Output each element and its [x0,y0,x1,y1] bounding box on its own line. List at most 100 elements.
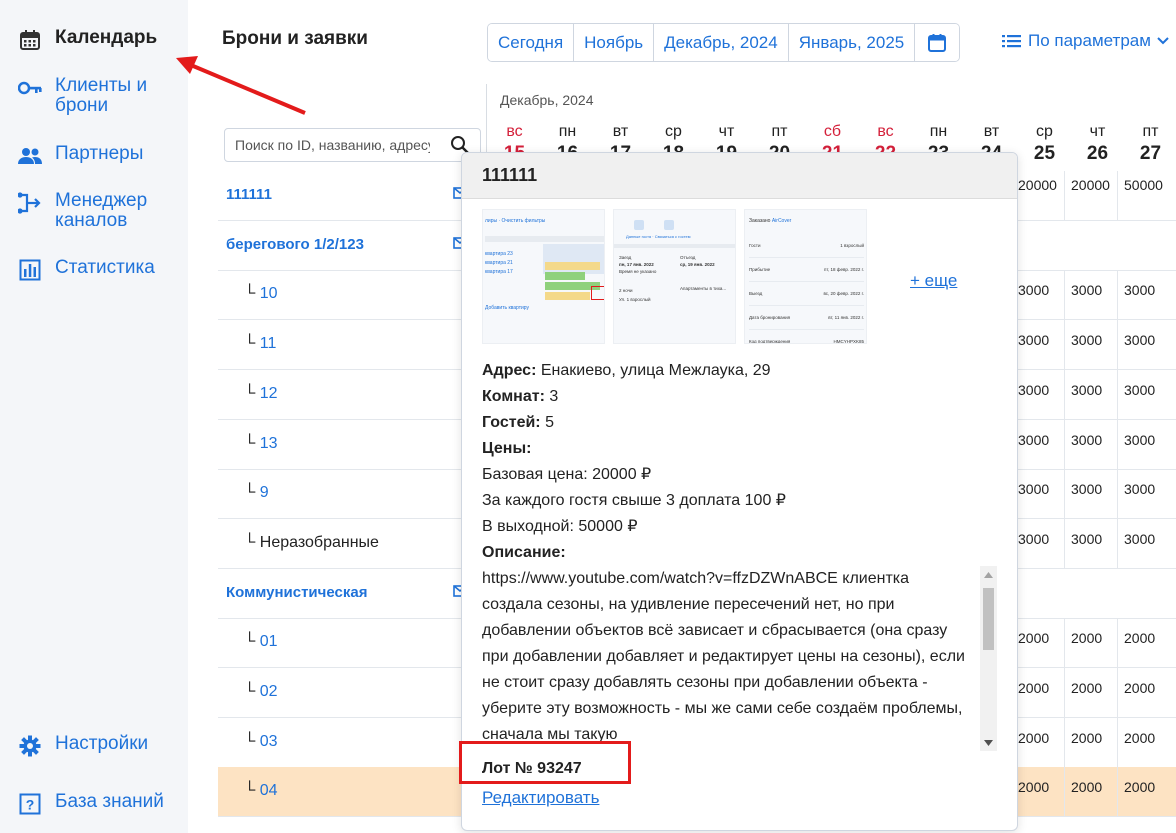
price-cell[interactable]: 3000 [1117,270,1170,319]
gear-icon [18,734,42,758]
price-cell[interactable]: 3000 [1011,320,1064,369]
price-cell[interactable]: 2000 [1117,767,1170,816]
screenshot-thumbnails: лиры · Очистить фильтры квартира 23 кварт… [482,209,867,344]
price-cell[interactable]: 3000 [1064,469,1117,518]
price-cell[interactable]: 2000 [1064,618,1117,667]
price-cell[interactable]: 3000 [1117,420,1170,469]
thumbnail-image[interactable]: Данные гостя · Связаться с гостем Заезд п… [613,209,736,344]
property-name[interactable]: берегового 1/2/123 [226,236,364,253]
property-name[interactable]: └ 9 [244,484,269,502]
price-cell[interactable]: 3000 [1064,519,1117,568]
sidebar-item-label: Настройки [55,733,149,754]
channels-icon [18,191,42,215]
price-cell[interactable]: 3000 [1117,519,1170,568]
more-images-link[interactable]: + еще [910,271,957,291]
scroll-up-arrow[interactable] [980,566,997,583]
price-cell[interactable]: 2000 [1011,767,1064,816]
price-cell[interactable]: 2000 [1117,718,1170,767]
list-icon [1002,35,1021,48]
property-name[interactable]: └ 03 [244,733,278,751]
sidebar-item-settings[interactable]: Настройки [18,734,148,758]
price-cell[interactable]: 3000 [1064,270,1117,319]
sidebar: Календарь Клиенты и брони Партнеры Менед… [0,0,188,833]
property-name[interactable]: └ 10 [244,285,278,303]
price-cell[interactable]: 3000 [1064,370,1117,419]
price-cell[interactable]: 2000 [1011,618,1064,667]
weekday-label: пн [558,123,577,140]
price-cell[interactable]: 2000 [1117,618,1170,667]
description-label: Описание: [482,544,566,561]
price-cell[interactable]: 3000 [1117,320,1170,369]
price-cell[interactable]: 3000 [1011,469,1064,518]
scroll-down-arrow[interactable] [980,734,997,751]
filter-params-label: По параметрам [1028,31,1151,50]
property-name[interactable]: └ 01 [244,633,278,651]
property-name[interactable]: └ 04 [244,782,278,800]
december-button[interactable]: Декабрь, 2024 [654,24,789,61]
property-name[interactable]: 111111 [226,186,272,203]
sidebar-item-statistics[interactable]: Статистика [18,258,155,282]
price-cell[interactable]: 3000 [1011,519,1064,568]
key-icon [18,76,42,100]
property-name[interactable]: └ Неразобранные [244,534,379,552]
price-cell[interactable]: 2000 [1011,718,1064,767]
price-cell[interactable]: 50000 [1117,171,1170,220]
question-icon: ? [18,792,42,816]
property-popup: 111111 лиры · Очистить фильтры квартира … [461,152,1018,831]
month-label: Декабрь, 2024 [500,92,594,108]
weekday-label: пн [929,123,948,140]
search-input[interactable] [235,137,430,153]
date-picker-button[interactable] [915,24,960,61]
price-cell[interactable]: 20000 [1064,171,1117,220]
sidebar-item-label: База знаний [55,791,164,812]
sidebar-item-channels[interactable]: Менеджер каналов [18,191,165,231]
price-cell[interactable]: 20000 [1011,171,1064,220]
january-button[interactable]: Январь, 2025 [788,24,916,61]
day-number: 27 [1139,143,1162,164]
price-cell[interactable]: 3000 [1064,420,1117,469]
price-cell[interactable]: 2000 [1064,767,1117,816]
property-name[interactable]: └ 02 [244,683,278,701]
sidebar-item-label: Менеджер каналов [55,190,148,231]
divider [486,84,487,154]
calendar-icon [18,28,42,52]
day-header: ср 25 [1018,121,1071,165]
today-button[interactable]: Сегодня [488,24,575,61]
sidebar-item-calendar[interactable]: Календарь [18,28,157,52]
thumbnail-image[interactable]: лиры · Очистить фильтры квартира 23 кварт… [482,209,605,344]
price-cell[interactable]: 3000 [1011,370,1064,419]
price-cell[interactable]: 2000 [1117,668,1170,717]
date-navigation: Сегодня Ноябрь Декабрь, 2024 Январь, 202… [487,23,961,62]
price-cell[interactable]: 3000 [1117,370,1170,419]
edit-link[interactable]: Редактировать [482,788,599,808]
description-text: https://www.youtube.com/watch?v=ffzDZWnA… [482,570,965,743]
price-cell[interactable]: 3000 [1064,320,1117,369]
property-name[interactable]: Коммунистическая [226,584,367,601]
popup-title: 111111 [462,153,1017,199]
november-button[interactable]: Ноябрь [574,24,655,61]
scrollbar[interactable] [980,566,997,751]
thumbnail-image[interactable]: Заказано AirCover Гости 1 взрослый Прибыт… [744,209,867,344]
base-price: Базовая цена: 20000 ₽ [482,466,652,483]
price-cell[interactable]: 3000 [1011,270,1064,319]
description-scroll-area[interactable]: https://www.youtube.com/watch?v=ffzDZWnA… [482,566,997,751]
search-box [224,128,481,162]
price-cell[interactable]: 3000 [1011,420,1064,469]
scroll-thumb[interactable] [983,588,994,650]
property-name[interactable]: └ 11 [244,335,276,353]
sidebar-item-clients[interactable]: Клиенты и брони [18,76,165,116]
property-name[interactable]: └ 12 [244,385,278,403]
weekday-label: вт [612,123,629,140]
filter-params-dropdown[interactable]: По параметрам [1002,31,1170,51]
price-cell[interactable]: 3000 [1117,469,1170,518]
svg-text:?: ? [26,797,35,813]
page-title: Брони и заявки [222,28,368,49]
address-label: Адрес: [482,362,537,379]
price-cell[interactable]: 2000 [1064,668,1117,717]
property-name[interactable]: └ 13 [244,435,278,453]
price-cell[interactable]: 2000 [1011,668,1064,717]
day-number: 25 [1033,143,1056,164]
price-cell[interactable]: 2000 [1064,718,1117,767]
sidebar-item-partners[interactable]: Партнеры [18,144,143,168]
sidebar-item-knowledge-base[interactable]: ? База знаний [18,792,164,816]
